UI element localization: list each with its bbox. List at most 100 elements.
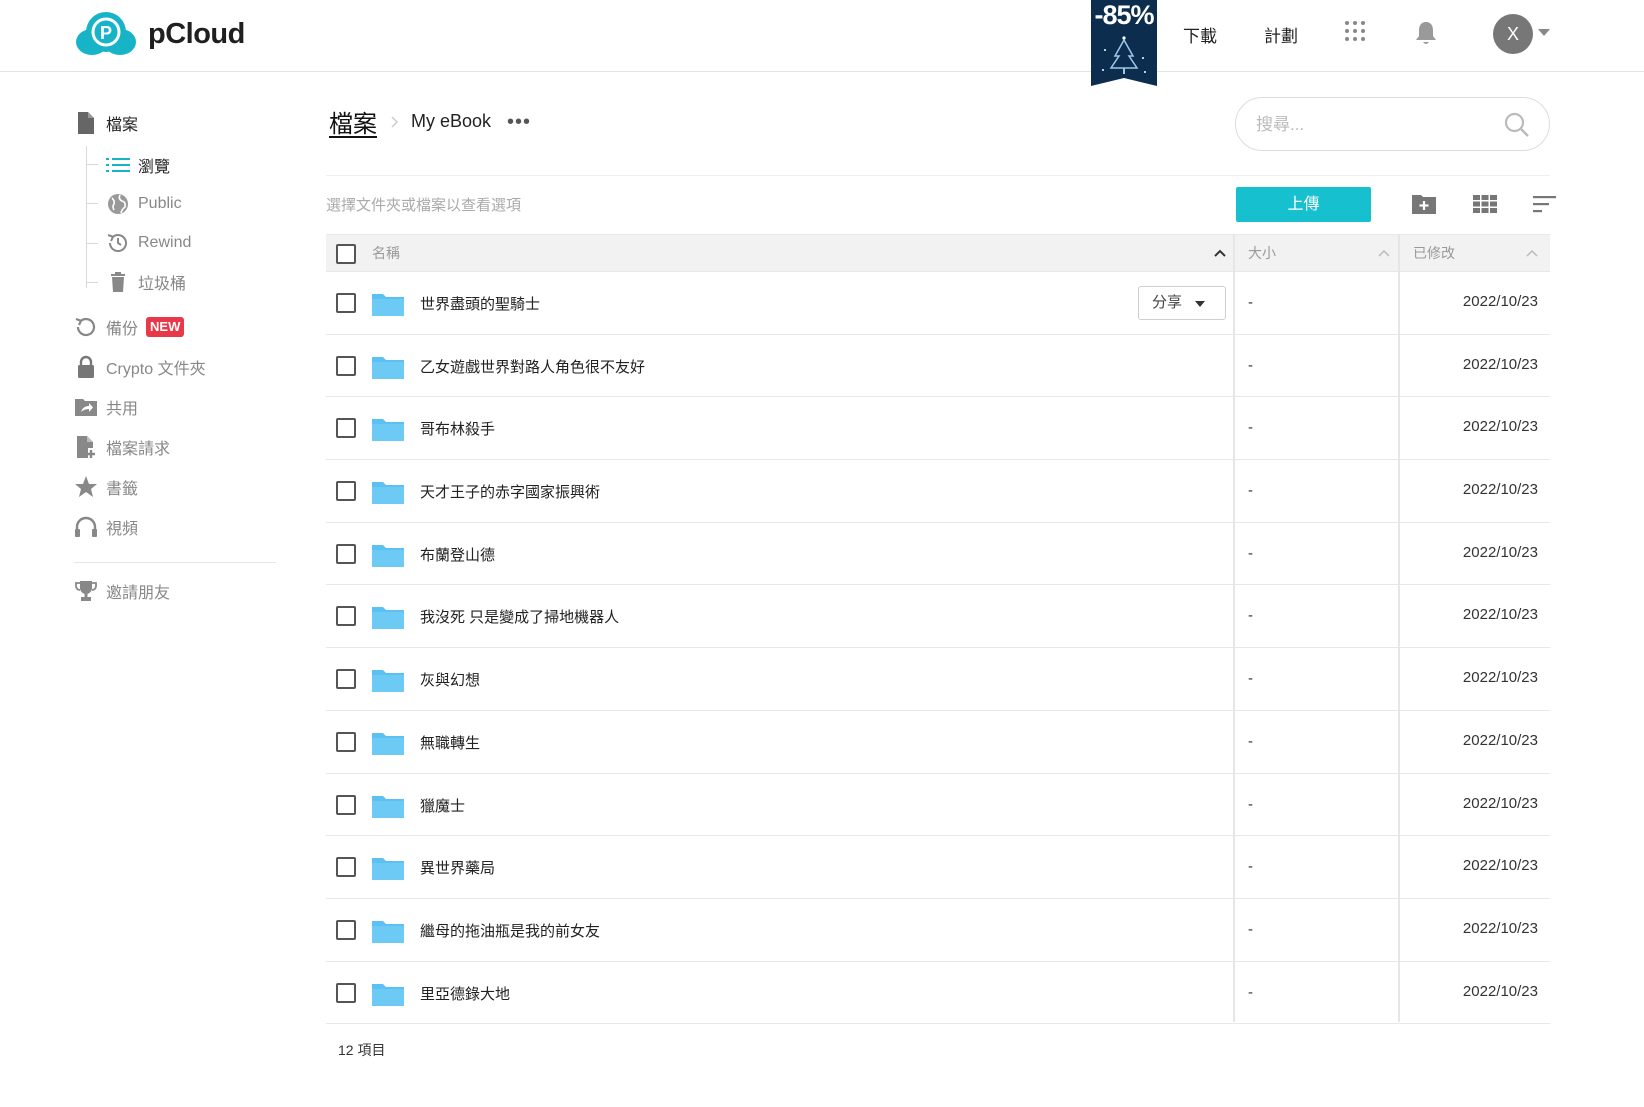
folder-size: -: [1248, 670, 1253, 688]
sidebar-item-invite[interactable]: 邀請朋友: [74, 578, 170, 604]
sidebar-item-trash[interactable]: 垃圾桶: [106, 269, 186, 295]
upload-button[interactable]: 上傳: [1236, 187, 1371, 222]
folder-icon: [372, 670, 404, 693]
column-header-name[interactable]: 名稱: [372, 235, 400, 272]
table-row[interactable]: 布蘭登山德 - 2022/10/23: [326, 523, 1550, 586]
folder-modified-date: 2022/10/23: [1462, 606, 1538, 624]
folder-name[interactable]: 里亞德錄大地: [420, 983, 510, 1004]
row-checkbox[interactable]: [336, 481, 356, 502]
table-row[interactable]: 乙女遊戲世界對路人角色很不友好 - 2022/10/23: [326, 335, 1550, 398]
sort-arrow-icon[interactable]: [1526, 249, 1538, 257]
pcloud-logo-icon: P: [76, 12, 136, 55]
table-row[interactable]: 天才王子的赤字國家振興術 - 2022/10/23: [326, 460, 1550, 523]
sidebar-item-label: Rewind: [138, 234, 192, 251]
sidebar-item-public[interactable]: Public: [106, 191, 182, 217]
chevron-down-icon[interactable]: [1538, 29, 1550, 36]
table-header: 名稱 大小 已修改: [326, 234, 1550, 272]
folder-name[interactable]: 灰與幻想: [420, 669, 480, 690]
folder-name[interactable]: 繼母的拖油瓶是我的前女友: [420, 920, 600, 941]
search-icon[interactable]: [1504, 112, 1530, 138]
sort-arrow-icon[interactable]: [1378, 249, 1390, 257]
select-all-checkbox[interactable]: [336, 244, 356, 264]
column-header-size[interactable]: 大小: [1248, 235, 1276, 272]
sidebar-item-backup[interactable]: 備份 NEW: [74, 314, 185, 340]
sidebar-item-videos[interactable]: 視頻: [74, 514, 138, 540]
table-row[interactable]: 獵魔士 - 2022/10/23: [326, 774, 1550, 837]
row-checkbox[interactable]: [336, 669, 356, 690]
table-row[interactable]: 里亞德錄大地 - 2022/10/23: [326, 962, 1550, 1025]
top-header: P pCloud -85% 下載 計劃 X: [0, 0, 1644, 86]
sort-icon[interactable]: [1532, 192, 1558, 216]
sidebar-divider: [74, 562, 276, 563]
row-checkbox[interactable]: [336, 794, 356, 815]
row-checkbox[interactable]: [336, 982, 356, 1003]
folder-icon: [372, 732, 404, 755]
folder-modified-date: 2022/10/23: [1462, 857, 1538, 875]
sort-ascending-icon[interactable]: [1214, 249, 1226, 257]
selection-hint: 選擇文件夾或檔案以查看選項: [326, 197, 522, 214]
folder-size: -: [1248, 294, 1253, 311]
nav-plans[interactable]: 計劃: [1264, 22, 1298, 47]
folder-name[interactable]: 異世界藥局: [420, 857, 495, 878]
folder-name[interactable]: 天才王子的赤字國家振興術: [420, 481, 600, 502]
table-row[interactable]: 哥布林殺手 - 2022/10/23: [326, 397, 1550, 461]
sidebar-item-files[interactable]: 檔案: [74, 110, 138, 136]
row-checkbox[interactable]: [336, 919, 356, 940]
row-checkbox[interactable]: [336, 857, 356, 878]
search-box: [1235, 97, 1550, 151]
item-count: 12 項目: [338, 1042, 386, 1058]
table-row[interactable]: 繼母的拖油瓶是我的前女友 - 2022/10/23: [326, 899, 1550, 962]
breadcrumb-root[interactable]: 檔案: [329, 104, 377, 139]
table-row[interactable]: 無職轉生 - 2022/10/23: [326, 711, 1550, 774]
table-row[interactable]: 我沒死 只是變成了掃地機器人 - 2022/10/23: [326, 585, 1550, 649]
folder-icon: [372, 544, 404, 567]
table-row[interactable]: 灰與幻想 - 2022/10/23: [326, 648, 1550, 711]
share-button[interactable]: 分享: [1138, 286, 1226, 320]
table-row[interactable]: 世界盡頭的聖騎士 分享 - 2022/10/23: [326, 272, 1550, 335]
folder-name[interactable]: 哥布林殺手: [420, 418, 495, 439]
sidebar-item-browse[interactable]: 瀏覽: [106, 152, 170, 178]
folder-name[interactable]: 獵魔士: [420, 795, 465, 816]
column-divider: [1398, 234, 1400, 1022]
folder-modified-date: 2022/10/23: [1462, 481, 1538, 499]
sidebar-item-rewind[interactable]: Rewind: [106, 230, 191, 256]
nav-download[interactable]: 下載: [1183, 22, 1217, 47]
apps-grid-icon[interactable]: [1344, 20, 1366, 42]
folder-name[interactable]: 世界盡頭的聖騎士: [420, 293, 540, 314]
sidebar-item-bookmarks[interactable]: 書籤: [74, 474, 138, 500]
row-checkbox[interactable]: [336, 606, 356, 627]
row-checkbox[interactable]: [336, 731, 356, 752]
folder-name[interactable]: 布蘭登山德: [420, 544, 495, 565]
folder-name[interactable]: 無職轉生: [420, 732, 480, 753]
file-request-icon: [77, 436, 95, 458]
sidebar-item-crypto[interactable]: Crypto 文件夾: [74, 354, 206, 380]
history-icon: [107, 234, 127, 252]
row-checkbox[interactable]: [336, 418, 356, 439]
column-divider: [1233, 234, 1235, 1022]
folder-size: -: [1248, 419, 1253, 437]
folder-modified-date: 2022/10/23: [1462, 794, 1538, 812]
row-checkbox[interactable]: [336, 543, 356, 564]
sidebar-item-file-requests[interactable]: 檔案請求: [74, 434, 170, 460]
promo-banner[interactable]: -85%: [1091, 0, 1157, 86]
bell-icon[interactable]: [1414, 20, 1438, 46]
globe-icon: [108, 194, 128, 214]
user-avatar[interactable]: X: [1493, 14, 1533, 54]
new-folder-icon[interactable]: [1411, 192, 1437, 216]
pcloud-logo[interactable]: P pCloud: [74, 12, 245, 56]
row-checkbox[interactable]: [336, 293, 356, 313]
sidebar-item-label: 備份: [106, 321, 139, 338]
more-options-icon[interactable]: •••: [507, 112, 531, 132]
row-checkbox[interactable]: [336, 355, 356, 376]
promo-discount: -85%: [1094, 0, 1154, 30]
sidebar-item-label: 檔案請求: [106, 441, 171, 458]
sidebar-item-shared[interactable]: 共用: [74, 394, 138, 420]
table-body: 世界盡頭的聖騎士 分享 - 2022/10/23 乙女遊戲世界對路人角色很不友好 - 202…: [326, 272, 1550, 1025]
folder-name[interactable]: 乙女遊戲世界對路人角色很不友好: [420, 356, 645, 377]
grid-view-icon[interactable]: [1472, 192, 1498, 216]
search-input[interactable]: [1256, 110, 1496, 140]
folder-name[interactable]: 我沒死 只是變成了掃地機器人: [420, 606, 619, 627]
column-header-modified[interactable]: 已修改: [1413, 235, 1455, 272]
table-row[interactable]: 異世界藥局 - 2022/10/23: [326, 836, 1550, 899]
folder-modified-date: 2022/10/23: [1462, 543, 1538, 561]
